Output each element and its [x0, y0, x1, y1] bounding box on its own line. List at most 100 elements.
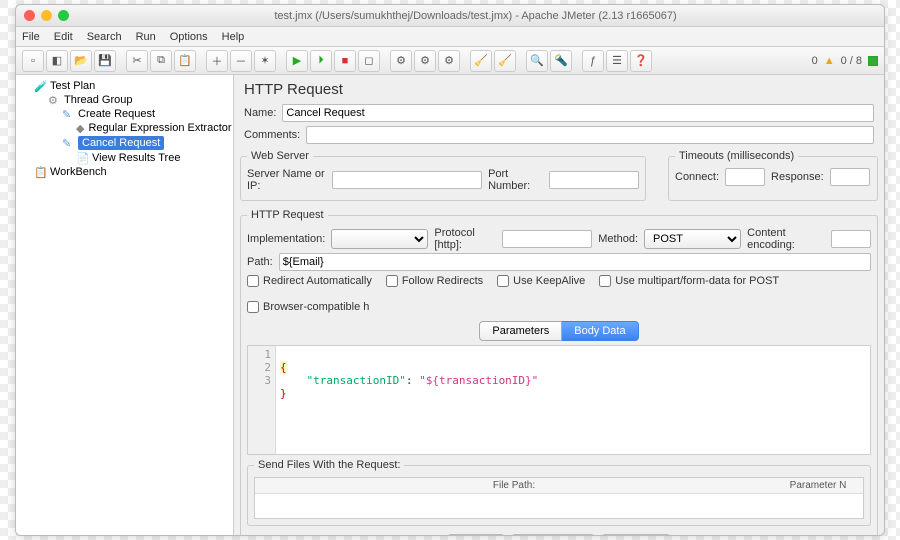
remote-stop-icon[interactable]: ⚙ — [414, 50, 436, 72]
connect-label: Connect: — [675, 171, 719, 183]
warning-icon: ▲ — [824, 55, 835, 67]
save-icon[interactable]: 💾 — [94, 50, 116, 72]
search-icon[interactable]: 🔍 — [526, 50, 548, 72]
tree-view-results[interactable]: 📄View Results Tree — [74, 151, 231, 165]
start-icon[interactable]: ▶ — [286, 50, 308, 72]
tree-test-plan[interactable]: 🧪Test Plan — [32, 79, 231, 93]
clipboard-icon: 📋 — [34, 166, 46, 178]
reset-search-icon[interactable]: 🔦 — [550, 50, 572, 72]
remote-shutdown-icon[interactable]: ⚙ — [438, 50, 460, 72]
code-line-3: } — [280, 387, 287, 400]
about-icon[interactable]: ❓ — [630, 50, 652, 72]
run-ratio: 0 / 8 — [841, 55, 862, 67]
code-val: "${transactionID}" — [419, 374, 538, 387]
code-line-1: { — [280, 361, 287, 374]
clear-icon[interactable]: 🧹 — [470, 50, 492, 72]
pencil-icon: ✎ — [62, 137, 74, 149]
menu-search[interactable]: Search — [87, 31, 122, 43]
clear-all-icon[interactable]: 🧹 — [494, 50, 516, 72]
protocol-field[interactable] — [502, 230, 592, 248]
impl-label: Implementation: — [247, 233, 325, 245]
tree-panel: 🧪Test Plan ⚙Thread Group ✎Create Request… — [16, 75, 234, 535]
webserver-legend: Web Server — [247, 150, 313, 162]
http-legend: HTTP Request — [247, 209, 328, 221]
cut-icon[interactable]: ✂ — [126, 50, 148, 72]
menubar: File Edit Search Run Options Help — [16, 27, 884, 47]
expand-icon[interactable]: ＋ — [206, 50, 228, 72]
send-files-legend: Send Files With the Request: — [254, 459, 404, 471]
templates-icon[interactable]: ◧ — [46, 50, 68, 72]
add-button[interactable]: Add — [447, 534, 505, 535]
encoding-field[interactable] — [831, 230, 871, 248]
function-helper-icon[interactable]: ƒ — [582, 50, 604, 72]
gear-icon: ⚙ — [48, 94, 60, 106]
path-field[interactable] — [279, 253, 871, 271]
stop-icon[interactable]: ■ — [334, 50, 356, 72]
menu-file[interactable]: File — [22, 31, 40, 43]
connect-field[interactable] — [725, 168, 765, 186]
server-label: Server Name or IP: — [247, 168, 326, 192]
delete-button[interactable]: Delete — [601, 534, 671, 535]
cb-redirect-auto[interactable]: Redirect Automatically — [247, 275, 372, 287]
menu-edit[interactable]: Edit — [54, 31, 73, 43]
tab-body-data[interactable]: Body Data — [562, 321, 638, 341]
menu-options[interactable]: Options — [170, 31, 208, 43]
new-icon[interactable]: ▫ — [22, 50, 44, 72]
shutdown-icon[interactable]: ◻ — [358, 50, 380, 72]
name-label: Name: — [244, 107, 276, 119]
gutter: 123 — [248, 346, 276, 454]
page-icon: 📄 — [76, 152, 88, 164]
beaker-icon: 🧪 — [34, 80, 46, 92]
tree-regex-extractor[interactable]: ◆Regular Expression Extractor — [74, 121, 231, 135]
files-table[interactable]: File Path: Parameter N — [254, 477, 864, 519]
response-label: Response: — [771, 171, 824, 183]
encoding-label: Content encoding: — [747, 227, 825, 251]
main-panel: HTTP Request Name: Comments: Web Server … — [234, 75, 884, 535]
collapse-icon[interactable]: － — [230, 50, 252, 72]
browse-button[interactable]: Browse... — [511, 534, 595, 535]
comments-field[interactable] — [306, 126, 874, 144]
protocol-label: Protocol [http]: — [434, 227, 496, 251]
minimize-icon[interactable] — [41, 10, 52, 21]
titlebar: test.jmx (/Users/sumukhthej/Downloads/te… — [16, 5, 884, 27]
help-icon[interactable]: ☰ — [606, 50, 628, 72]
comments-label: Comments: — [244, 129, 300, 141]
tab-parameters[interactable]: Parameters — [479, 321, 562, 341]
page-title: HTTP Request — [234, 75, 884, 102]
zoom-icon[interactable] — [58, 10, 69, 21]
tree-thread-group[interactable]: ⚙Thread Group — [46, 93, 231, 107]
leaf-icon: ◆ — [76, 122, 84, 134]
tree-create-request[interactable]: ✎Create Request — [60, 107, 231, 121]
server-field[interactable] — [332, 171, 482, 189]
pencil-icon: ✎ — [62, 108, 74, 120]
impl-select[interactable] — [331, 229, 428, 249]
path-label: Path: — [247, 256, 273, 268]
cb-multipart[interactable]: Use multipart/form-data for POST — [599, 275, 779, 287]
timeouts-legend: Timeouts (milliseconds) — [675, 150, 798, 162]
start-no-pause-icon[interactable]: ⏵ — [310, 50, 332, 72]
body-data-editor[interactable]: 123 { "transactionID": "${transactionID}… — [247, 345, 871, 455]
tree-workbench[interactable]: 📋WorkBench — [32, 165, 231, 179]
menu-help[interactable]: Help — [222, 31, 245, 43]
toggle-icon[interactable]: ✶ — [254, 50, 276, 72]
cb-browser-compat[interactable]: Browser-compatible h — [247, 301, 369, 313]
menu-run[interactable]: Run — [136, 31, 156, 43]
open-icon[interactable]: 📂 — [70, 50, 92, 72]
port-label: Port Number: — [488, 168, 543, 192]
port-field[interactable] — [549, 171, 639, 189]
cb-keepalive[interactable]: Use KeepAlive — [497, 275, 585, 287]
paste-icon[interactable]: 📋 — [174, 50, 196, 72]
window-title: test.jmx (/Users/sumukhthej/Downloads/te… — [75, 10, 876, 22]
copy-icon[interactable]: ⧉ — [150, 50, 172, 72]
close-icon[interactable] — [24, 10, 35, 21]
tree-cancel-request[interactable]: ✎Cancel Request — [60, 135, 231, 151]
remote-start-icon[interactable]: ⚙ — [390, 50, 412, 72]
toolbar: ▫ ◧ 📂 💾 ✂ ⧉ 📋 ＋ － ✶ ▶ ⏵ ■ ◻ ⚙ ⚙ ⚙ 🧹 🧹 🔍 … — [16, 47, 884, 75]
col-filepath: File Path: — [255, 478, 773, 493]
name-field[interactable] — [282, 104, 874, 122]
method-select[interactable]: POST — [644, 229, 741, 249]
warning-count: 0 — [812, 55, 818, 67]
cb-follow-redirects[interactable]: Follow Redirects — [386, 275, 483, 287]
method-label: Method: — [598, 233, 638, 245]
response-field[interactable] — [830, 168, 870, 186]
